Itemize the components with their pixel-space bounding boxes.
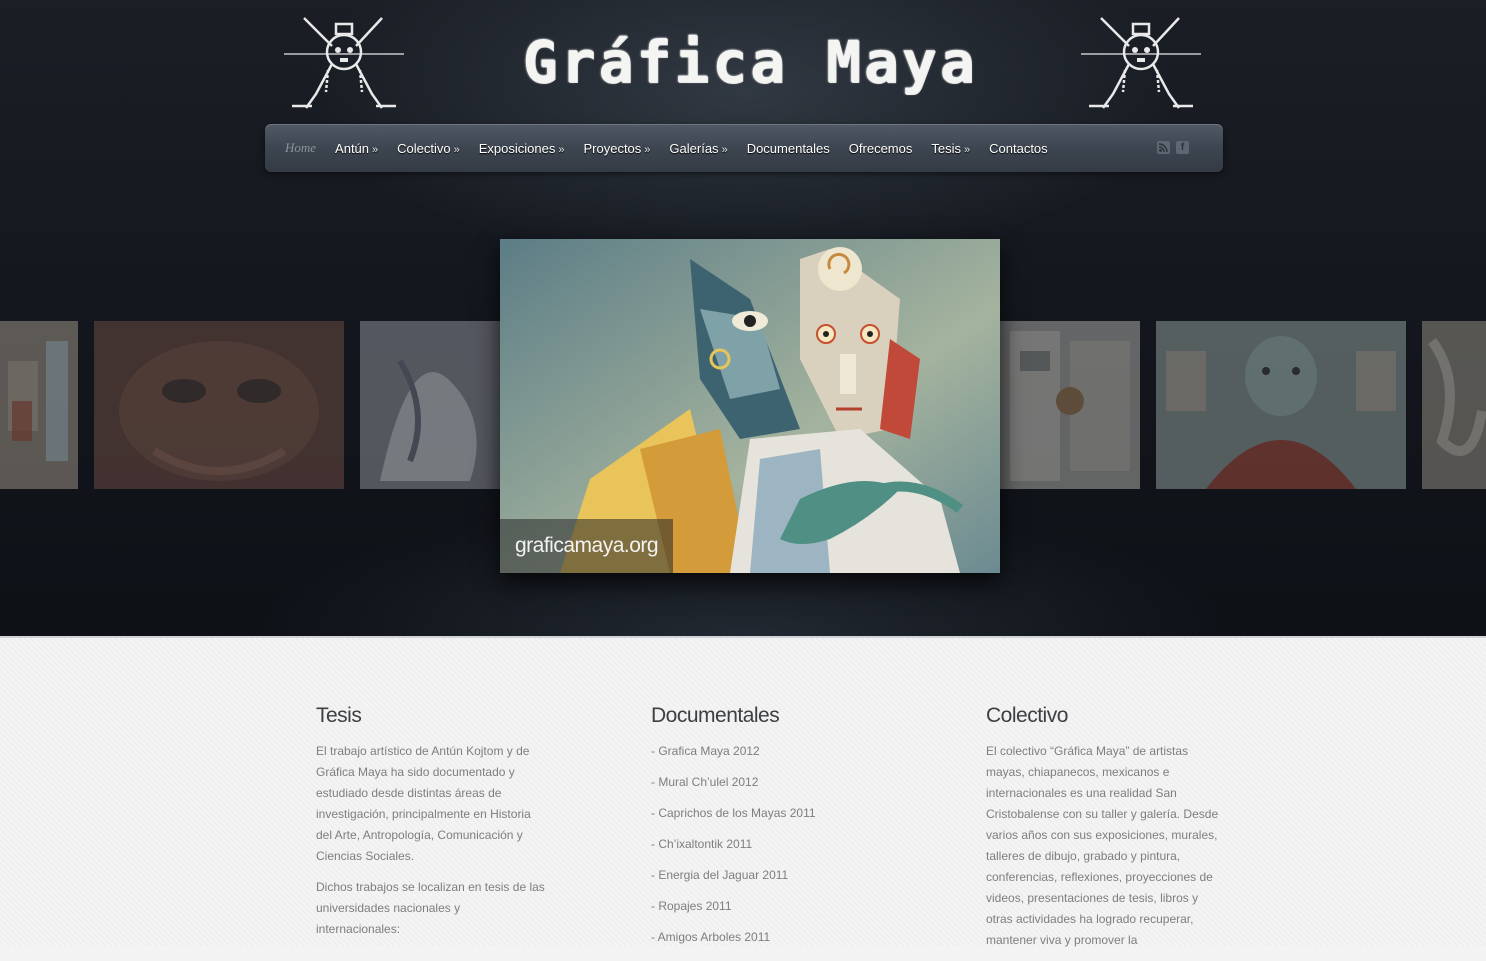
submenu-arrow-icon: » <box>453 143 460 156</box>
carousel-thumbnail[interactable] <box>1422 321 1486 489</box>
submenu-arrow-icon: » <box>644 143 651 156</box>
nav-item-antun[interactable]: Antún» <box>335 141 378 156</box>
documental-link[interactable]: - Caprichos de los Mayas 2011 <box>651 803 891 824</box>
submenu-arrow-icon: » <box>964 143 971 156</box>
widget-title: Tesis <box>316 704 362 727</box>
documental-link[interactable]: - Amigos Arboles 2011 <box>651 927 891 948</box>
footer-widgets: Tesis El trabajo artístico de Antún Kojt… <box>0 638 1486 947</box>
widget-paragraph: El trabajo artístico de Antún Kojtom y d… <box>316 744 531 863</box>
nav-item-galerias[interactable]: Galerías» <box>669 141 727 156</box>
documental-link[interactable]: - Grafica Maya 2012 <box>651 741 891 762</box>
carousel-thumbnail[interactable] <box>94 321 344 489</box>
documental-link[interactable]: - Mural Ch’ulel 2012 <box>651 772 891 793</box>
submenu-arrow-icon: » <box>372 143 379 156</box>
widget-title: Colectivo <box>986 704 1068 727</box>
carousel-thumbnail[interactable] <box>360 321 500 489</box>
nav-item-ofrecemos[interactable]: Ofrecemos <box>849 141 913 156</box>
nav-item-contactos[interactable]: Contactos <box>989 141 1048 156</box>
slide-caption: graficamaya.org <box>500 519 673 573</box>
nav-item-proyectos[interactable]: Proyectos» <box>583 141 650 156</box>
facebook-icon[interactable]: f <box>1176 141 1189 154</box>
widget-documentales: Documentales - Grafica Maya 2012 - Mural… <box>651 704 891 958</box>
widget-paragraph: Dichos trabajos se localizan en tesis de… <box>316 880 545 936</box>
documental-link[interactable]: - Ropajes 2011 <box>651 896 891 917</box>
widget-tesis: Tesis El trabajo artístico de Antún Kojt… <box>316 704 546 950</box>
nav-item-colectivo[interactable]: Colectivo» <box>397 141 460 156</box>
documental-link[interactable]: - Energia del Jaguar 2011 <box>651 865 891 886</box>
featured-slide[interactable]: graficamaya.org <box>500 239 1000 573</box>
maya-emblem-icon <box>1081 17 1201 109</box>
widget-colectivo: Colectivo El colectivo “Gráfica Maya” de… <box>986 704 1228 961</box>
submenu-arrow-icon: » <box>721 143 728 156</box>
nav-item-exposiciones[interactable]: Exposiciones» <box>479 141 565 156</box>
nav-item-tesis[interactable]: Tesis» <box>931 141 970 156</box>
documental-link[interactable]: - Ch’ixaltontik 2011 <box>651 834 891 855</box>
site-logo-title[interactable]: Gráfica Maya <box>520 22 980 112</box>
widget-paragraph: El colectivo “Gráfica Maya” de artistas … <box>986 744 1219 947</box>
rss-icon[interactable] <box>1157 141 1170 154</box>
widget-title: Documentales <box>651 704 780 727</box>
submenu-arrow-icon: » <box>558 143 565 156</box>
carousel-thumbnail[interactable] <box>0 321 78 489</box>
nav-item-documentales[interactable]: Documentales <box>747 141 830 156</box>
main-navigation: Home Antún» Colectivo» Exposiciones» Pro… <box>265 124 1223 172</box>
nav-item-home[interactable]: Home <box>285 140 316 156</box>
carousel-thumbnail[interactable] <box>1156 321 1406 489</box>
site-header: Gráfica Maya Home Antún» Colectivo» Expo… <box>0 0 1486 638</box>
social-icons: f <box>1157 141 1189 154</box>
carousel-thumbnail[interactable] <box>1000 321 1140 489</box>
maya-emblem-icon <box>284 17 404 109</box>
